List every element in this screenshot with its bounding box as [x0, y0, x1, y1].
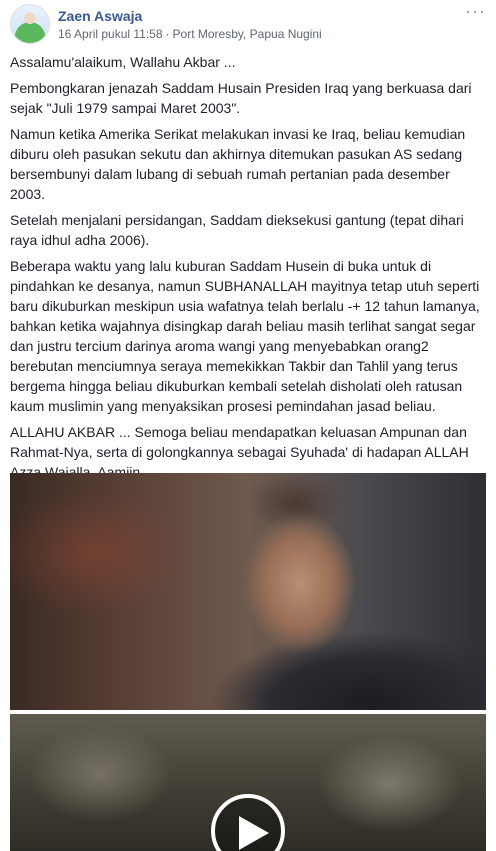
- post-meta: 16 April pukul 11:58 · Port Moresby, Papua…: [58, 27, 322, 41]
- post-photo[interactable]: [10, 473, 486, 710]
- post-body: Assalamu'alaikum, Wallahu Akbar ... Pemb…: [10, 52, 486, 488]
- avatar[interactable]: [10, 4, 50, 44]
- post-location[interactable]: Port Moresby, Papua Nugini: [173, 27, 322, 41]
- paragraph: Beberapa waktu yang lalu kuburan Saddam …: [10, 258, 480, 414]
- more-options-icon[interactable]: ···: [465, 2, 486, 20]
- play-triangle-icon: [239, 816, 269, 850]
- meta-separator: ·: [165, 27, 170, 41]
- post-video[interactable]: [10, 714, 486, 851]
- facebook-post: Zaen Aswaja 16 April pukul 11:58 · Port Mo…: [0, 0, 496, 851]
- author-name[interactable]: Zaen Aswaja: [58, 8, 142, 24]
- paragraph: Assalamu'alaikum, Wallahu Akbar ...: [10, 54, 236, 70]
- post-timestamp[interactable]: 16 April pukul 11:58: [58, 27, 163, 41]
- paragraph: Namun ketika Amerika Serikat melakukan i…: [10, 126, 466, 202]
- play-icon[interactable]: [211, 794, 285, 851]
- paragraph: Setelah menjalani persidangan, Saddam di…: [10, 212, 464, 248]
- post-header: Zaen Aswaja 16 April pukul 11:58 · Port Mo…: [10, 2, 486, 46]
- paragraph: Pembongkaran jenazah Saddam Husain Presi…: [10, 80, 472, 116]
